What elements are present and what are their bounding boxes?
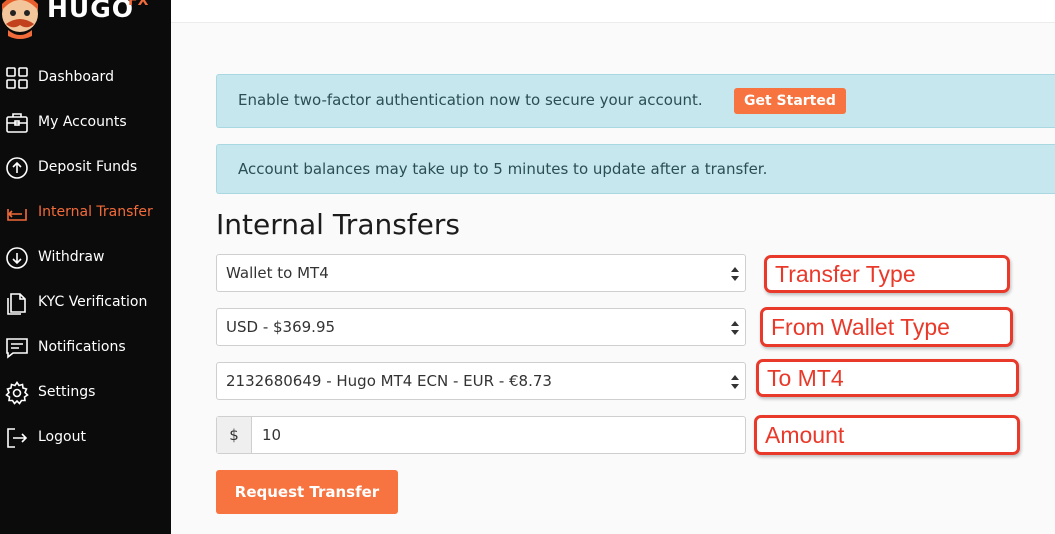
sidebar-item-logout[interactable]: Logout [0,423,171,453]
two-factor-alert-text: Enable two-factor authentication now to … [238,91,703,109]
annotation-to-mt4: To MT4 [756,359,1019,397]
grid-icon [6,67,28,89]
arrow-down-circle-icon [6,247,28,269]
brand-suffix: FX [128,0,149,9]
annotation-transfer-type: Transfer Type [764,255,1010,293]
sidebar: HUGO FX Dashboard My Accounts Deposit Fu… [0,0,171,534]
sidebar-item-withdraw[interactable]: Withdraw [0,243,171,273]
document-icon [7,293,26,315]
select-arrows-icon [731,375,739,389]
from-wallet-select[interactable]: USD - $369.95 [216,308,746,346]
arrow-up-circle-icon [6,157,28,179]
sidebar-item-label: Settings [38,384,96,400]
sidebar-item-label: Deposit Funds [38,159,138,175]
sidebar-item-label: Notifications [38,339,126,355]
transfer-type-select[interactable]: Wallet to MT4 [216,254,746,292]
sidebar-item-internal-transfer[interactable]: Internal Transfer [0,198,171,228]
sidebar-item-label: Logout [38,429,86,445]
sidebar-item-my-accounts[interactable]: My Accounts [0,108,171,138]
from-wallet-value: USD - $369.95 [226,318,336,336]
select-arrows-icon [731,267,739,281]
to-mt4-value: 2132680649 - Hugo MT4 ECN - EUR - €8.73 [226,372,552,390]
logout-icon [7,428,28,448]
page-title: Internal Transfers [216,208,460,241]
sidebar-item-label: KYC Verification [38,294,148,310]
request-transfer-button[interactable]: Request Transfer [216,470,398,514]
sidebar-item-notifications[interactable]: Notifications [0,333,171,363]
chat-icon [6,338,28,359]
transfer-icon [7,209,27,221]
sidebar-item-label: Dashboard [38,69,114,85]
amount-input[interactable] [253,417,742,453]
currency-prefix: $ [217,417,252,453]
sidebar-item-kyc-verification[interactable]: KYC Verification [0,288,171,318]
two-factor-alert: Enable two-factor authentication now to … [216,74,1055,128]
briefcase-icon [6,113,28,133]
balance-update-alert: Account balances may take up to 5 minute… [216,144,1055,194]
sidebar-item-label: My Accounts [38,114,127,130]
to-mt4-select[interactable]: 2132680649 - Hugo MT4 ECN - EUR - €8.73 [216,362,746,400]
top-bar [171,0,1055,23]
amount-input-group: $ [216,416,746,454]
get-started-button[interactable]: Get Started [734,88,846,114]
mascot-icon [2,0,38,39]
annotation-from-wallet: From Wallet Type [760,307,1013,347]
sidebar-item-label: Withdraw [38,249,105,265]
brand-name: HUGO [47,0,134,23]
transfer-type-value: Wallet to MT4 [226,264,329,282]
select-arrows-icon [731,321,739,335]
sidebar-item-dashboard[interactable]: Dashboard [0,63,171,93]
sidebar-item-settings[interactable]: Settings [0,378,171,408]
annotation-amount: Amount [754,415,1020,455]
gear-icon [5,381,29,405]
sidebar-item-deposit-funds[interactable]: Deposit Funds [0,153,171,183]
brand-logo[interactable]: HUGO FX [0,0,171,40]
sidebar-item-label: Internal Transfer [38,204,153,220]
balance-update-alert-text: Account balances may take up to 5 minute… [238,160,768,178]
